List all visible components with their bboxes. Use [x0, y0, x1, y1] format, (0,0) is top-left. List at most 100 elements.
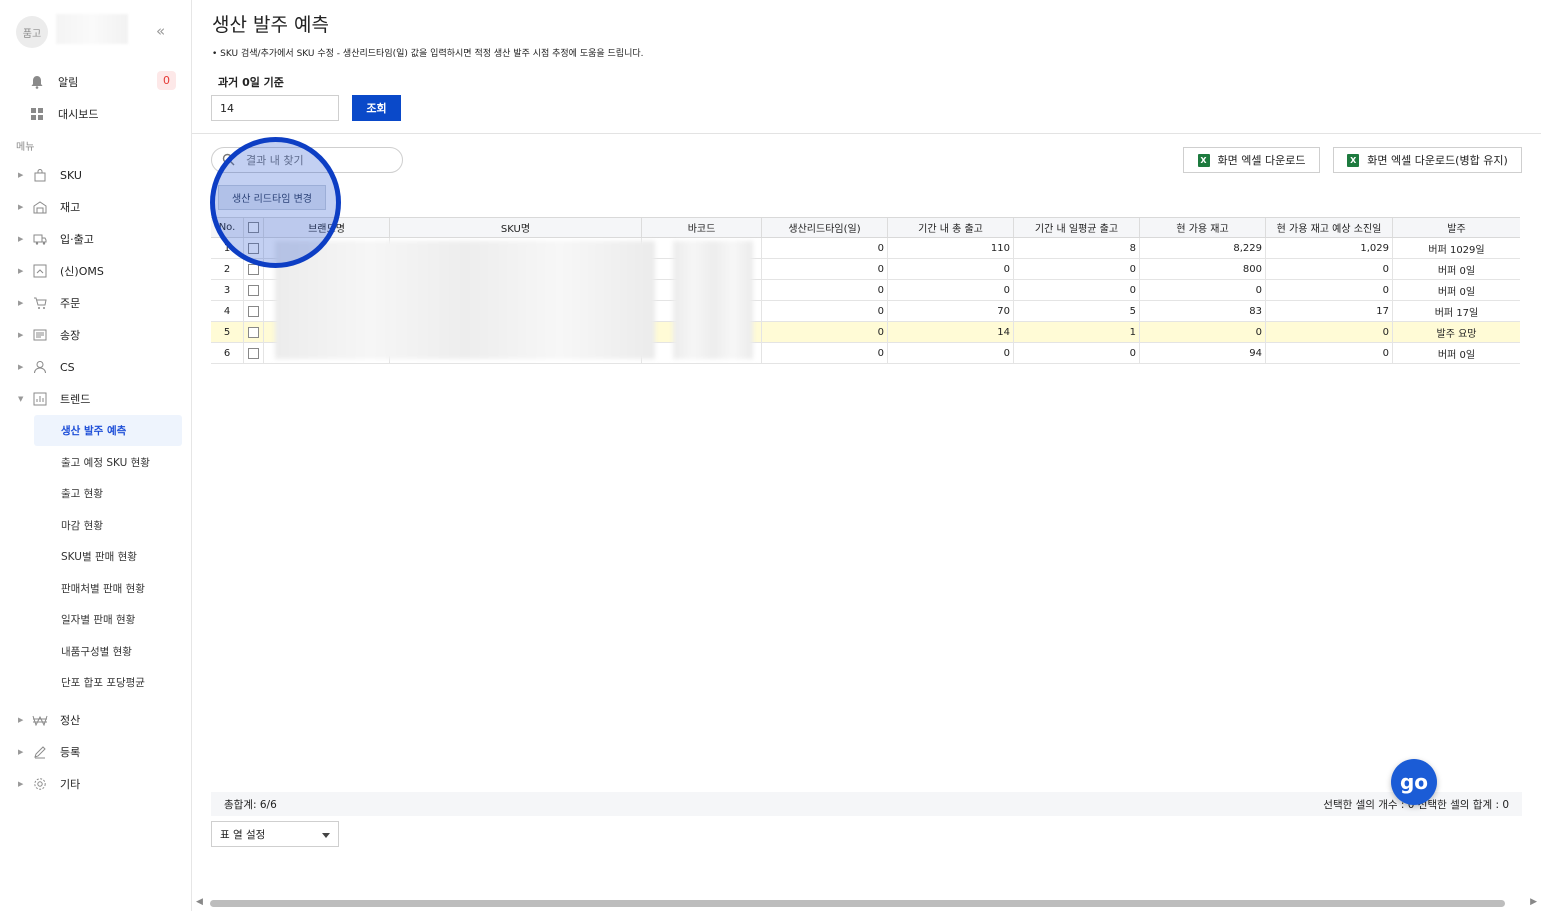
sidebar-subitem-sku-sales[interactable]: SKU별 판매 현황	[34, 541, 182, 572]
change-lead-time-button[interactable]: 생산 리드타임 변경	[218, 185, 326, 210]
chevron-right-icon: ▶	[18, 267, 24, 275]
cell-stock: 800	[1140, 259, 1266, 279]
sidebar-item-settlement[interactable]: ▶ 정산	[0, 704, 192, 736]
sidebar-item-inventory[interactable]: ▶ 재고	[0, 191, 192, 223]
header-barcode[interactable]: 바코드	[642, 218, 762, 237]
sidebar-item-label: 정산	[60, 714, 81, 727]
sidebar-item-notifications[interactable]: 알림 0	[0, 66, 192, 98]
gear-icon	[30, 776, 50, 792]
cell-depletion-days: 17	[1266, 301, 1393, 321]
chevron-right-icon: ▶	[18, 331, 24, 339]
sidebar-item-label: SKU	[60, 168, 82, 182]
header-depletion-days[interactable]: 현 가용 재고 예상 소진일	[1266, 218, 1393, 237]
row-checkbox-cell[interactable]	[244, 280, 264, 300]
row-checkbox[interactable]	[248, 326, 259, 338]
chevron-right-icon: ▶	[18, 716, 24, 724]
row-checkbox-cell[interactable]	[244, 259, 264, 279]
row-checkbox-cell[interactable]	[244, 301, 264, 321]
header-sku-name[interactable]: SKU명	[390, 218, 642, 237]
sidebar-subitem-production-forecast[interactable]: 생산 발주 예측	[34, 415, 182, 446]
sidebar-item-dashboard[interactable]: 대시보드	[0, 98, 192, 130]
sidebar-item-orders[interactable]: ▶ 주문	[0, 287, 192, 319]
warehouse-icon	[30, 199, 50, 215]
excel-download-label: 화면 엑셀 다운로드	[1217, 154, 1306, 167]
header-total-out[interactable]: 기간 내 총 출고	[888, 218, 1014, 237]
row-checkbox[interactable]	[248, 242, 259, 254]
chevron-right-icon: ▶	[18, 235, 24, 243]
header-avg-out[interactable]: 기간 내 일평균 출고	[1014, 218, 1140, 237]
row-checkbox-cell[interactable]	[244, 322, 264, 342]
table-footer: 총합계: 6/6 선택한 셀의 개수 : 0 선택한 셀의 합계 : 0	[211, 792, 1522, 816]
cell-no: 3	[211, 280, 244, 300]
sidebar-item-inout[interactable]: ▶ 입·출고	[0, 223, 192, 255]
sidebar-subitem-shipping-status[interactable]: 출고 현황	[34, 478, 182, 509]
horizontal-scrollbar[interactable]: ◀ ▶	[192, 897, 1541, 909]
cell-order: 버퍼 17일	[1434, 307, 1479, 319]
column-settings-select[interactable]: 표 열 설정	[211, 821, 339, 847]
excel-download-merged-button[interactable]: X 화면 엑셀 다운로드(병합 유지)	[1333, 147, 1522, 173]
cell-avg-out: 0	[1014, 280, 1140, 300]
bag-icon	[30, 167, 50, 183]
sidebar-item-oms[interactable]: ▶ (신)OMS	[0, 255, 192, 287]
sidebar-item-register[interactable]: ▶ 등록	[0, 736, 192, 768]
sidebar-main-nav: ▶ SKU ▶ 재고 ▶ 입·출고 ▶ (신)OMS ▶ 주문 ▶ 송장 ▶ C…	[0, 159, 192, 415]
collapse-sidebar-icon[interactable]: «	[156, 22, 165, 40]
sidebar-subitem-package-average[interactable]: 단포 합포 포당평균	[34, 667, 182, 698]
row-checkbox[interactable]	[248, 347, 259, 359]
sidebar-bottom-nav: ▶ 정산 ▶ 등록 ▶ 기타	[0, 704, 192, 800]
avatar[interactable]: 품고	[16, 16, 48, 48]
header-select-all[interactable]	[244, 218, 264, 237]
cell-lead-time: 0	[762, 238, 888, 258]
header-order[interactable]: 발주	[1393, 218, 1520, 237]
row-checkbox[interactable]	[248, 263, 259, 275]
row-checkbox[interactable]	[248, 284, 259, 296]
cell-avg-out: 8	[1014, 238, 1140, 258]
row-checkbox-cell[interactable]	[244, 238, 264, 258]
scroll-right-icon[interactable]: ▶	[1530, 897, 1537, 907]
sidebar-item-trend[interactable]: ▼ 트렌드	[0, 383, 192, 415]
page-title: 생산 발주 예측	[212, 14, 329, 36]
chevron-down-icon	[322, 833, 330, 838]
sidebar-item-label: 송장	[60, 329, 81, 342]
cell-depletion-days: 1,029	[1266, 238, 1393, 258]
sidebar-header: 품고 «	[0, 0, 192, 60]
cell-no: 4	[211, 301, 244, 321]
total-count: 총합계: 6/6	[224, 799, 277, 811]
excel-download-button[interactable]: X 화면 엑셀 다운로드	[1183, 147, 1320, 173]
header-lead-time[interactable]: 생산리드타임(일)	[762, 218, 888, 237]
sidebar-item-sku[interactable]: ▶ SKU	[0, 159, 192, 191]
cell-order: 발주 요망	[1436, 328, 1477, 340]
cell-avg-out: 1	[1014, 322, 1140, 342]
sidebar-subitem-daily-sales[interactable]: 일자별 판매 현황	[34, 604, 182, 635]
cell-avg-out: 0	[1014, 259, 1140, 279]
days-input[interactable]	[211, 95, 339, 121]
result-search-input[interactable]	[211, 147, 403, 173]
sidebar-subitem-channel-sales[interactable]: 판매처별 판매 현황	[34, 573, 182, 604]
sidebar-item-label: 재고	[60, 201, 81, 214]
sidebar-item-cs[interactable]: ▶ CS	[0, 351, 192, 383]
query-button[interactable]: 조회	[352, 95, 401, 121]
sidebar-item-invoice[interactable]: ▶ 송장	[0, 319, 192, 351]
cell-depletion-days: 0	[1266, 259, 1393, 279]
cell-no: 5	[211, 322, 244, 342]
header-brand[interactable]: 브랜드명	[264, 218, 390, 237]
cell-stock: 94	[1140, 343, 1266, 363]
sidebar-subitem-closing-status[interactable]: 마감 현황	[34, 510, 182, 541]
help-chat-button[interactable]: go	[1391, 759, 1437, 805]
scroll-thumb[interactable]	[210, 900, 1505, 907]
sidebar-item-label: 트렌드	[60, 393, 91, 406]
sidebar-subitem-component-status[interactable]: 내품구성별 현황	[34, 636, 182, 667]
sidebar-subitem-scheduled-sku[interactable]: 출고 예정 SKU 현황	[34, 447, 182, 478]
cell-lead-time: 0	[762, 259, 888, 279]
scroll-left-icon[interactable]: ◀	[196, 897, 203, 907]
header-no[interactable]: No.	[211, 218, 244, 237]
row-checkbox[interactable]	[248, 305, 259, 317]
row-checkbox-cell[interactable]	[244, 343, 264, 363]
dashboard-icon	[28, 106, 46, 122]
select-all-checkbox[interactable]	[248, 222, 259, 233]
sidebar-item-etc[interactable]: ▶ 기타	[0, 768, 192, 800]
header-stock[interactable]: 현 가용 재고	[1140, 218, 1266, 237]
sidebar-top-nav: 알림 0 대시보드	[0, 66, 192, 130]
cell-order: 버퍼 0일	[1437, 349, 1476, 361]
chevron-right-icon: ▶	[18, 780, 24, 788]
